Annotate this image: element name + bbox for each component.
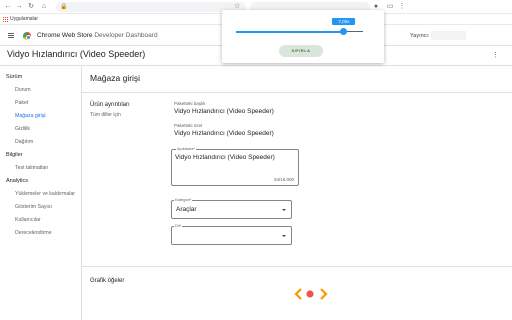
sidebar-item-dagitim[interactable]: Dağıtım — [15, 139, 33, 145]
app-name-prefix: Chrome Web Store — [37, 32, 93, 39]
reset-button[interactable]: SIFIRLA — [279, 45, 323, 57]
sidebar-item-gosterim-sayisi[interactable]: Gösterim Sayısı — [15, 204, 52, 210]
publisher-label: Yayıncı: — [410, 33, 430, 39]
publisher-select[interactable] — [431, 31, 466, 40]
sidebar-item-test-talimatlari[interactable]: Test talimatları — [15, 165, 48, 171]
menu-icon[interactable] — [8, 33, 14, 38]
address-bar[interactable] — [56, 2, 246, 12]
bookmark-apps-label[interactable]: Uygulamalar — [10, 16, 38, 22]
graphics-section-title: Grafik öğeler — [90, 278, 125, 284]
app-name-suffix: Developer Dashboard — [94, 32, 158, 39]
package-title-caption: Paketteki başlık — [174, 101, 206, 106]
sidebar-item-gizlilik[interactable]: Gizlilik — [15, 126, 30, 132]
home-icon[interactable]: ⌂ — [40, 3, 48, 11]
description-char-count: 34/16.000 — [274, 177, 295, 182]
sidebar-item-kullanicilar[interactable]: Kullanıcılar — [15, 217, 41, 223]
app-title: Chrome Web Store Developer Dashboard — [37, 32, 158, 39]
page-title: Mağaza girişi — [90, 73, 141, 83]
sidebar-item-derecelendirme[interactable]: Derecelendirme — [15, 230, 52, 236]
package-title-value: Vidyo Hızlandırıcı (Video Speeder) — [174, 108, 274, 115]
item-title: Vidyo Hızlandırıcı (Video Speeder) — [7, 49, 146, 59]
speed-value-bubble: 7,00x — [332, 18, 356, 25]
browser-menu-icon[interactable]: ⋮ — [398, 3, 406, 11]
description-caption: Açıklama* — [176, 146, 197, 151]
back-icon[interactable]: ← — [4, 3, 12, 11]
section-subtitle: Tüm diller için — [90, 112, 121, 118]
sidebar-item-paket[interactable]: Paket — [15, 100, 28, 106]
description-value[interactable]: Vidyo Hızlandırıcı (Video Speeder) — [175, 154, 275, 161]
reload-icon[interactable]: ↻ — [27, 3, 35, 11]
bookmark-star-icon[interactable]: ☆ — [234, 2, 240, 10]
divider — [82, 92, 512, 93]
sidebar-section-surum: Sürüm — [6, 74, 23, 80]
sidebar-section-bilgiler: Bilgiler — [6, 152, 23, 158]
category-value[interactable]: Araçlar — [176, 206, 197, 213]
divider — [82, 266, 512, 267]
package-summary-caption: Paketteki özet — [174, 123, 203, 128]
section-title: Ürün ayrıntıları — [90, 102, 130, 108]
speed-slider-fill — [236, 30, 344, 33]
category-dropdown-icon[interactable] — [282, 209, 286, 211]
forward-icon[interactable]: → — [15, 3, 23, 11]
lock-icon[interactable]: 🔒 — [60, 4, 67, 10]
language-select[interactable] — [171, 226, 292, 245]
sidebar-item-magaza-girisi[interactable]: Mağaza girişi — [15, 113, 46, 119]
category-caption: Kategori* — [174, 197, 193, 202]
package-summary-value: Vidyo Hızlandırıcı (Video Speeder) — [174, 130, 274, 137]
sidebar-section-analytics: Analytics — [6, 178, 29, 184]
sidebar-item-durum[interactable]: Durum — [15, 87, 31, 93]
apps-grid-icon[interactable] — [3, 17, 8, 22]
more-options-icon[interactable]: ⋮ — [492, 52, 499, 59]
language-dropdown-icon[interactable] — [282, 235, 286, 237]
cast-icon[interactable]: ▭ — [386, 3, 394, 11]
sidebar-item-yuklemeler[interactable]: Yüklemeler ve kaldırmalar — [15, 191, 75, 197]
video-speeder-logo-icon — [294, 288, 328, 300]
language-caption: Dil* — [174, 223, 183, 228]
chrome-web-store-logo-icon — [23, 32, 31, 40]
